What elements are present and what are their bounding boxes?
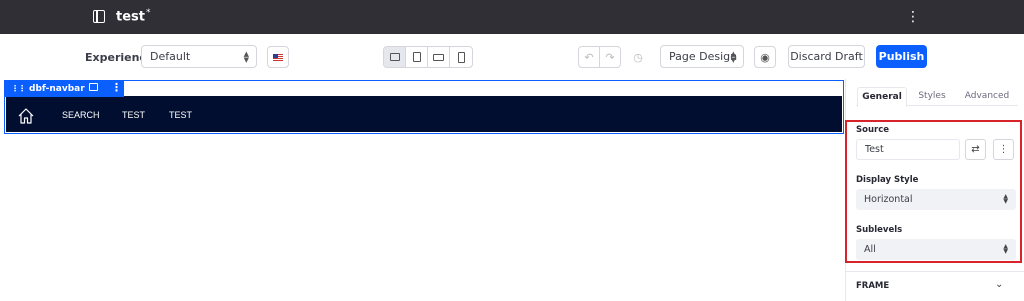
nav-link-test[interactable]: TEST	[122, 110, 145, 120]
portrait-phone-icon	[457, 51, 465, 63]
kebab-icon[interactable]: ⋮	[906, 9, 920, 25]
publish-button[interactable]: Publish	[876, 45, 927, 68]
kebab-icon[interactable]: ⋮	[111, 81, 122, 94]
fragment-topper[interactable]: ⋮⋮ dbf-navbar ⋮	[4, 80, 124, 97]
kebab-icon: ⋮	[998, 144, 1009, 155]
experience-select[interactable]: Default ▲ ▼	[141, 45, 257, 68]
sublevels-select[interactable]: All ▲ ▼	[856, 239, 1016, 260]
undo-icon: ↶	[584, 50, 594, 64]
comment-icon[interactable]	[89, 83, 98, 91]
landscape-phone-icon	[433, 53, 444, 61]
portrait-phone-device-button[interactable]	[450, 47, 472, 67]
unsaved-marker: *	[145, 8, 151, 18]
sublevels-value: All	[864, 244, 876, 255]
change-source-button[interactable]: ⇄	[965, 139, 986, 160]
page-title: test*	[116, 8, 151, 25]
section-divider	[845, 271, 1024, 272]
nav-link-test-2[interactable]: TEST	[169, 110, 192, 120]
display-style-select[interactable]: Horizontal ▲ ▼	[856, 189, 1016, 210]
discard-draft-button[interactable]: Discard Draft	[788, 45, 865, 68]
mode-select[interactable]: Page Design ▲ ▼	[660, 45, 744, 68]
us-flag-icon	[273, 53, 283, 61]
device-selector	[383, 46, 473, 68]
home-icon[interactable]	[17, 107, 35, 125]
select-arrows-icon: ▲ ▼	[243, 49, 249, 64]
tab-styles[interactable]: Styles	[910, 87, 954, 107]
select-arrows-icon: ▲ ▼	[1003, 193, 1008, 205]
history-icon: ◷	[633, 50, 643, 64]
swap-icon: ⇄	[971, 144, 980, 155]
sidebar-tabs: General Styles Advanced	[856, 84, 1018, 107]
language-button[interactable]	[267, 46, 289, 68]
mode-value: Page Design	[669, 50, 738, 63]
desktop-device-button[interactable]	[384, 47, 406, 67]
experience-value: Default	[150, 50, 191, 63]
source-options-button[interactable]: ⋮	[993, 139, 1014, 160]
select-arrows-icon: ▲ ▼	[1003, 243, 1008, 255]
app-header: test* ⋮	[0, 0, 1024, 34]
sublevels-label: Sublevels	[856, 225, 903, 235]
landscape-phone-device-button[interactable]	[428, 47, 450, 67]
frame-section-header[interactable]: FRAME	[856, 281, 889, 291]
eye-icon: ◉	[760, 50, 770, 64]
sidebar-toggle-icon[interactable]	[93, 10, 105, 23]
tablet-device-button[interactable]	[406, 47, 428, 67]
select-arrows-icon: ▲ ▼	[730, 49, 736, 64]
desktop-icon	[389, 53, 400, 61]
fragment-name: dbf-navbar	[29, 83, 85, 94]
drag-handle-icon[interactable]: ⋮⋮	[11, 84, 26, 92]
tablet-icon	[412, 52, 421, 62]
redo-icon: ↷	[605, 50, 615, 64]
redo-button[interactable]: ↷	[599, 46, 621, 68]
tab-general[interactable]: General	[857, 87, 907, 107]
display-style-label: Display Style	[856, 175, 919, 185]
chevron-down-icon[interactable]: ⌄	[995, 279, 1003, 290]
undo-button[interactable]: ↶	[578, 46, 600, 68]
tab-advanced[interactable]: Advanced	[960, 87, 1014, 107]
preview-button[interactable]: ◉	[754, 46, 776, 68]
history-button[interactable]: ◷	[627, 46, 649, 68]
source-field[interactable]: Test	[856, 139, 960, 160]
nav-link-search[interactable]: SEARCH	[62, 110, 100, 120]
source-label: Source	[856, 125, 890, 135]
display-style-value: Horizontal	[864, 194, 913, 205]
